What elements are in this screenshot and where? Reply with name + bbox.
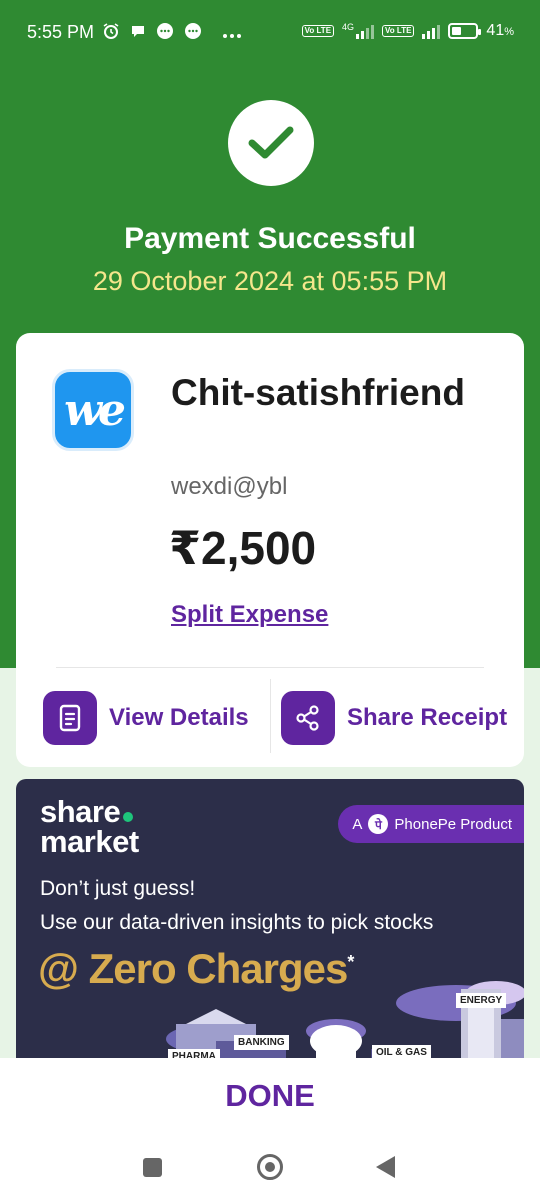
document-icon	[43, 691, 97, 745]
payee-name: Chit-satishfriend	[171, 372, 465, 413]
tag-banking: BANKING	[234, 1035, 289, 1050]
banner-line-1: Don’t just guess!	[40, 877, 196, 900]
status-bar: 5:55 PM Vo LTE 4G Vo LTE 41%	[0, 0, 540, 66]
phonepe-product-badge: A पे PhonePe Product	[338, 805, 524, 843]
share-market-logo: share market	[40, 794, 139, 859]
upi-id: wexdi@ybl	[171, 473, 288, 500]
payment-card: we Chit-satishfriend wexdi@ybl ₹2,500 Sp…	[16, 333, 524, 767]
signal-icon-2	[422, 23, 441, 39]
skyline-illustration	[166, 981, 524, 1069]
check-icon	[228, 100, 314, 186]
system-navigation-bar	[0, 1150, 540, 1186]
tag-energy: ENERGY	[456, 993, 507, 1008]
volte-badge: Vo LTE	[301, 25, 335, 37]
payment-datetime: 29 October 2024 at 05:55 PM	[92, 266, 448, 296]
badge-prefix: A	[352, 815, 363, 833]
done-button[interactable]: DONE	[0, 1078, 540, 1114]
share-market-banner[interactable]: share market A पे PhonePe Product Don’t …	[16, 779, 524, 1069]
split-expense-link[interactable]: Split Expense	[171, 601, 328, 629]
phonepe-icon: पे	[368, 814, 389, 834]
merchant-logo: we	[52, 369, 134, 451]
payment-amount: ₹2,500	[169, 522, 317, 574]
chat-icon	[130, 23, 146, 44]
more-dots-icon	[222, 23, 242, 44]
battery-percent: 41%	[486, 22, 514, 39]
signal-icon	[356, 23, 375, 39]
banner-line-2: Use our data-driven insights to pick sto…	[40, 911, 434, 934]
battery-icon	[448, 23, 482, 39]
share-receipt-button[interactable]: Share Receipt	[281, 691, 511, 745]
status-time: 5:55 PM	[27, 22, 95, 42]
recents-icon[interactable]	[143, 1158, 162, 1177]
volte-badge-2: Vo LTE	[382, 25, 415, 37]
card-divider	[56, 667, 484, 668]
share-icon	[281, 691, 335, 745]
share-receipt-label: Share Receipt	[347, 704, 508, 731]
payment-status-title: Payment Successful	[124, 222, 416, 255]
home-icon[interactable]	[257, 1154, 283, 1180]
view-details-label: View Details	[109, 704, 249, 731]
back-icon[interactable]	[376, 1156, 395, 1178]
alarm-icon	[102, 22, 120, 45]
badge-text: PhonePe Product	[394, 815, 512, 833]
message-icon	[184, 22, 202, 45]
notification-icons	[102, 22, 242, 45]
message-icon	[156, 22, 174, 45]
network-type: 4G	[342, 22, 355, 32]
view-details-button[interactable]: View Details	[43, 691, 249, 745]
system-indicators: Vo LTE 4G Vo LTE 41%	[301, 22, 514, 40]
actions-divider	[270, 679, 271, 753]
merchant-logo-text: we	[64, 384, 126, 436]
